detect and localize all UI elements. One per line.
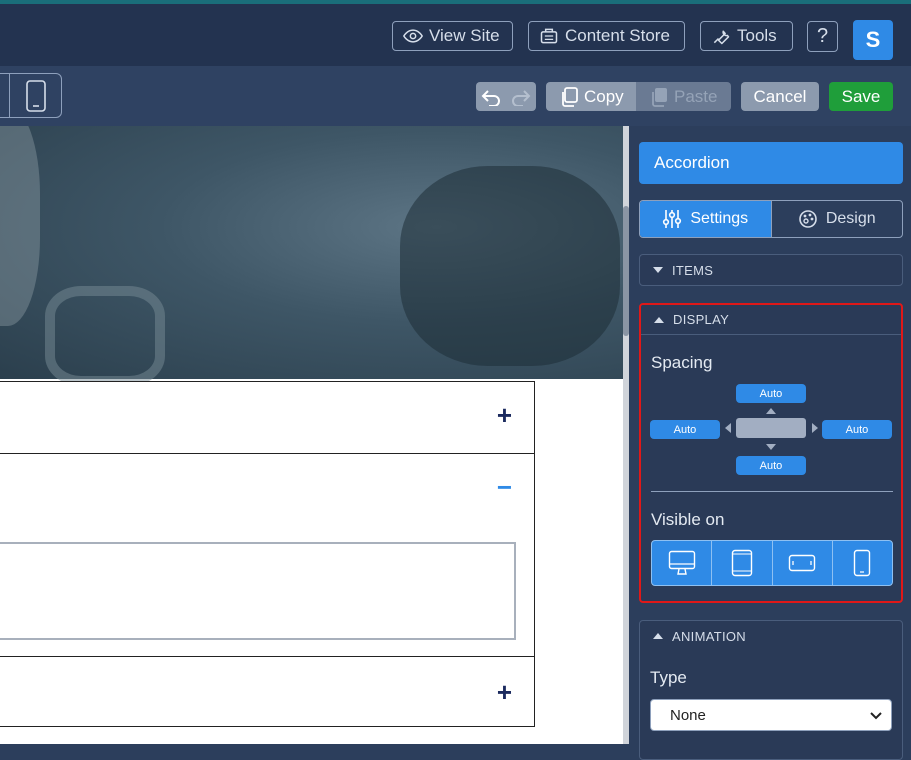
tablet-icon (731, 549, 753, 577)
page-canvas: + − + (0, 126, 623, 744)
store-icon (540, 28, 558, 44)
device-preview-group (0, 73, 62, 118)
mobile-preview-icon[interactable] (25, 80, 47, 112)
sliders-icon (663, 210, 682, 228)
spacing-element-preview (736, 418, 806, 438)
copy-button[interactable]: Copy (546, 82, 636, 111)
caret-down-icon (653, 267, 663, 273)
animation-type-value: None (670, 706, 706, 724)
tools-label: Tools (737, 26, 777, 45)
accordion-item[interactable]: + (0, 381, 535, 454)
tab-design[interactable]: Design (772, 201, 903, 237)
mobile-landscape-icon (788, 554, 816, 572)
copy-icon (562, 86, 578, 107)
divider (651, 491, 893, 492)
panel-title: Accordion (639, 142, 903, 184)
undo-button[interactable] (476, 82, 506, 111)
display-section-header[interactable]: DISPLAY (641, 305, 901, 335)
items-section-header[interactable]: ITEMS (640, 255, 902, 285)
copy-label: Copy (584, 86, 624, 106)
arrow-left-icon (725, 423, 731, 433)
undo-redo-group (476, 82, 536, 111)
avatar[interactable]: S (853, 20, 893, 60)
save-button[interactable]: Save (829, 82, 893, 111)
spacing-right-input[interactable]: Auto (822, 420, 892, 439)
animation-section-title: ANIMATION (672, 628, 746, 644)
paste-button[interactable]: Paste (636, 82, 731, 111)
device-separator (9, 74, 10, 117)
spacing-left-input[interactable]: Auto (650, 420, 720, 439)
visible-on-label: Visible on (651, 510, 725, 529)
paste-label: Paste (674, 86, 718, 106)
chevron-down-icon (870, 712, 882, 720)
spacing-top-input[interactable]: Auto (736, 384, 806, 403)
mobile-portrait-icon (854, 549, 871, 577)
desktop-toggle[interactable] (652, 541, 713, 585)
accordion-item[interactable]: + (0, 656, 535, 727)
arrow-up-icon (766, 408, 776, 414)
desktop-icon (668, 550, 695, 575)
visible-on-toggle-group (651, 540, 893, 586)
panel-title-text: Accordion (654, 153, 730, 172)
caret-up-icon (654, 316, 664, 323)
wrench-icon (713, 30, 730, 45)
view-site-button[interactable]: View Site (392, 21, 513, 51)
display-section-title: DISPLAY (673, 312, 730, 327)
tab-design-label: Design (825, 210, 876, 227)
mobile-landscape-toggle[interactable] (773, 541, 833, 585)
tab-settings-label: Settings (690, 210, 749, 227)
avatar-initial: S (865, 27, 881, 52)
copy-paste-group: Copy Paste (546, 82, 731, 111)
tab-settings[interactable]: Settings (640, 201, 772, 237)
animation-section-header[interactable]: ANIMATION (640, 621, 902, 651)
expand-icon[interactable]: + (497, 677, 512, 708)
help-label: ? (816, 25, 829, 47)
type-label: Type (650, 668, 687, 687)
view-site-label: View Site (429, 26, 500, 45)
palette-icon (799, 210, 817, 228)
tools-button[interactable]: Tools (700, 21, 793, 51)
cancel-button[interactable]: Cancel (741, 82, 819, 111)
paste-icon (652, 87, 667, 107)
cancel-label: Cancel (753, 86, 807, 106)
expand-icon[interactable]: + (497, 400, 512, 431)
spacing-label: Spacing (651, 353, 713, 372)
top-bar: View Site Content Store Tools ? S (0, 0, 911, 66)
content-store-button[interactable]: Content Store (528, 21, 685, 51)
display-section: DISPLAY Spacing Auto Auto Auto Auto Visi… (639, 303, 903, 603)
arrow-down-icon (766, 444, 776, 450)
undo-icon (481, 89, 500, 106)
save-label: Save (841, 86, 881, 106)
hero-image (0, 126, 623, 386)
animation-type-select[interactable]: None (650, 699, 892, 731)
caret-up-icon (653, 633, 663, 639)
tablet-toggle[interactable] (712, 541, 773, 585)
items-section[interactable]: ITEMS (639, 254, 903, 286)
help-button[interactable]: ? (807, 21, 838, 52)
arrow-right-icon (812, 423, 818, 433)
content-store-label: Content Store (565, 26, 670, 45)
mobile-portrait-toggle[interactable] (833, 541, 892, 585)
spacing-bottom-input[interactable]: Auto (736, 456, 806, 475)
items-section-title: ITEMS (672, 262, 714, 278)
redo-icon (512, 89, 531, 106)
animation-section: ANIMATION Type None (639, 620, 903, 760)
panel-tabs: Settings Design (639, 200, 903, 238)
accordion-content-box[interactable] (0, 542, 516, 640)
eye-icon (403, 29, 423, 43)
collapse-icon[interactable]: − (497, 472, 512, 503)
redo-button[interactable] (506, 82, 536, 111)
